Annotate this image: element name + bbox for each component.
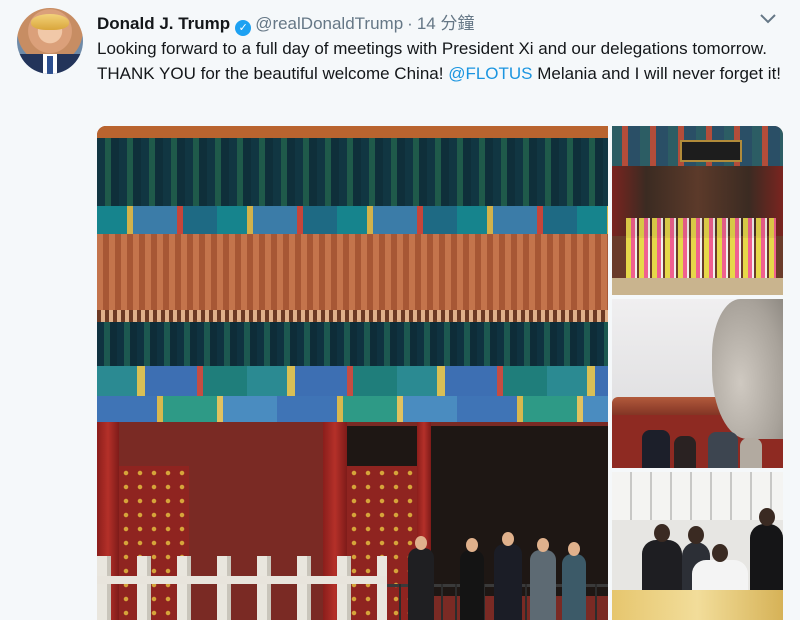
person (562, 542, 586, 620)
avatar-hair (31, 14, 69, 30)
tweet-card: Donald J. Trump ✓ @realDonaldTrump · 14 分鐘 L… (0, 0, 800, 620)
person (460, 538, 484, 620)
person (750, 508, 783, 600)
courtyard-floor (612, 278, 783, 295)
marble-statue (712, 299, 783, 439)
bracket-band (97, 138, 608, 206)
delegation-group (402, 531, 602, 620)
photo-forbidden-city[interactable] (97, 126, 608, 620)
mention-link[interactable]: @FLOTUS (448, 64, 532, 83)
person-head (758, 508, 775, 526)
painted-beam-lower (97, 366, 608, 396)
roof-tiles (97, 126, 608, 138)
painting-scroll (612, 590, 783, 620)
person (708, 432, 738, 468)
roof-eave (97, 234, 608, 316)
person (494, 532, 522, 620)
hall-plaque (680, 140, 742, 162)
avatar-tie (47, 56, 53, 74)
marble-rail (97, 576, 387, 584)
tweet-timestamp[interactable]: 14 分鐘 (417, 14, 475, 33)
author-handle[interactable]: @realDonaldTrump (255, 14, 403, 33)
workshop-ceiling (612, 472, 783, 520)
photo-grid (97, 126, 783, 620)
person-head (654, 524, 670, 542)
tweet-text-end: Melania and I will never forget it! (532, 64, 782, 83)
separator-dot: · (407, 14, 413, 33)
person-head (537, 538, 549, 552)
chevron-down-glyph (760, 14, 776, 24)
eave-edge (97, 310, 608, 322)
bracket-band-lower (97, 322, 608, 366)
person-head (688, 526, 704, 544)
person (642, 430, 670, 468)
author-name[interactable]: Donald J. Trump (97, 14, 230, 33)
photo-waving[interactable] (612, 299, 783, 468)
photo-calligraphy[interactable] (612, 472, 783, 620)
person-head (568, 542, 580, 556)
marble-balustrade (97, 556, 387, 620)
person-head (502, 532, 514, 546)
person-head (712, 544, 728, 562)
person-head (466, 538, 478, 552)
tweet-text: Looking forward to a full day of meeting… (97, 36, 782, 86)
photo-choir[interactable] (612, 126, 783, 295)
author-avatar[interactable] (17, 8, 83, 74)
person (408, 536, 434, 620)
person-head (415, 536, 427, 550)
chevron-down-icon[interactable] (760, 12, 776, 28)
person (530, 538, 556, 620)
tweet-header: Donald J. Trump ✓ @realDonaldTrump · 14 分鐘 (97, 9, 474, 36)
person (740, 438, 762, 468)
painted-beam-bottom (97, 396, 608, 422)
painted-beam (97, 206, 608, 234)
person (674, 436, 696, 468)
verified-badge-icon: ✓ (235, 20, 252, 36)
choir-row (626, 238, 776, 278)
